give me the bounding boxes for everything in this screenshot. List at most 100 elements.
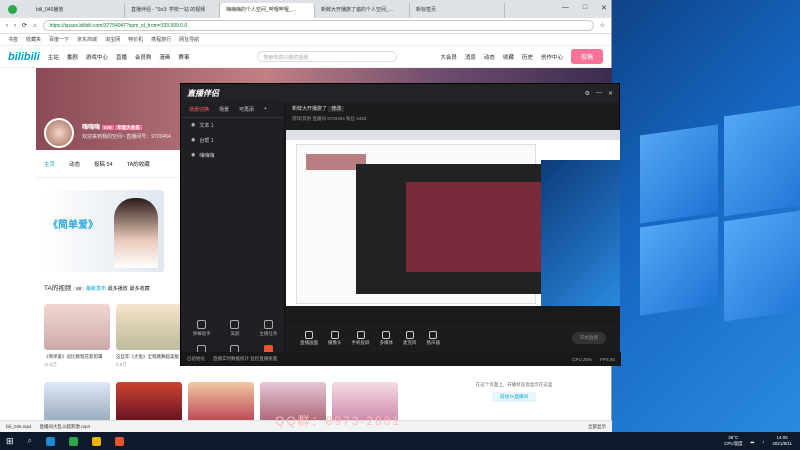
watermark: QQ群：8973-2801: [275, 414, 402, 428]
minimize-icon[interactable]: —: [596, 90, 602, 96]
scene-tab[interactable]: 场景: [219, 106, 229, 113]
forward-icon[interactable]: ›: [14, 23, 16, 29]
nav-item[interactable]: 主站: [48, 53, 59, 61]
live-app-icon[interactable]: [115, 436, 125, 446]
tool-button[interactable]: 主播任务: [254, 320, 283, 337]
tab-dynamic[interactable]: 动态: [69, 160, 80, 168]
star-icon[interactable]: ☆: [600, 22, 605, 29]
tab[interactable]: 新鲜大开播旅了遍的个人空间_...: [315, 3, 410, 18]
video-thumb[interactable]: [116, 382, 182, 422]
obs-titlebar: 直播伴侣 ⚙ — ✕: [181, 84, 619, 102]
nav-item[interactable]: 创作中心: [541, 53, 563, 61]
tool-button[interactable]: 美颜: [220, 320, 249, 337]
site-nav: bilibili 主站 番剧 游戏中心 直播 会员购 漫画 赛事 搜索你感兴趣的…: [0, 46, 611, 68]
camera-button[interactable]: 摄像头: [328, 330, 342, 346]
back-icon[interactable]: ‹: [6, 23, 8, 29]
avatar[interactable]: [44, 118, 74, 148]
bilibili-logo[interactable]: bilibili: [8, 51, 40, 63]
clock[interactable]: 14:05 2021/8/11: [772, 435, 792, 447]
bookmark[interactable]: 百度一下: [49, 36, 69, 43]
bookmark[interactable]: 网址导航: [179, 36, 199, 43]
speaker-button[interactable]: 扬声器: [427, 330, 440, 346]
url-input[interactable]: https://space.bilibili.com/37754047?spm_…: [42, 20, 594, 31]
eye-icon[interactable]: ◉: [191, 137, 195, 144]
scene-tab[interactable]: 可再添: [239, 106, 254, 113]
bookmark[interactable]: 携程旅行: [151, 36, 171, 43]
media-button[interactable]: 多媒体: [380, 330, 393, 346]
edit-title-button[interactable]: 修改: [328, 106, 345, 112]
nav-item[interactable]: 直播: [116, 53, 127, 61]
search-icon[interactable]: ⌕: [28, 436, 32, 446]
bookmark[interactable]: 书签: [8, 36, 18, 43]
network-icon[interactable]: ▂: [751, 438, 754, 444]
tab-favorites[interactable]: TA的收藏: [127, 160, 150, 168]
live-meta: 游戏/其他 直播间 9720464 粉丝 5463: [292, 116, 367, 121]
nav-item[interactable]: 大会员: [440, 53, 457, 61]
phone-cast-button[interactable]: 手机投屏: [352, 330, 370, 346]
video-thumb[interactable]: [116, 304, 182, 350]
refresh-icon[interactable]: ⟳: [22, 22, 27, 29]
bookmark[interactable]: 特价机: [128, 36, 143, 43]
bookmark[interactable]: 收藏夹: [26, 36, 41, 43]
download-item[interactable]: 直播间大乱斗超刺激.mp4: [40, 424, 91, 430]
obs-bottom-bar: 直播画面 摄像头 手机投屏 多媒体 麦克风 扬声器 开始直播: [286, 324, 620, 352]
source-item[interactable]: ◉ 文本 1: [181, 118, 284, 133]
nav-item[interactable]: 动态: [484, 53, 495, 61]
folder-icon[interactable]: [92, 436, 102, 446]
tab-home[interactable]: 主页: [44, 160, 55, 168]
start-icon[interactable]: ⊞: [6, 436, 14, 447]
nav-item[interactable]: 漫画: [159, 53, 170, 61]
live-preview[interactable]: [286, 130, 620, 324]
featured-video[interactable]: 《简单爱》: [42, 190, 164, 272]
add-scene-icon[interactable]: +: [264, 106, 267, 113]
nav-item[interactable]: 收藏: [503, 53, 514, 61]
featured-person: [114, 198, 158, 268]
nav-item[interactable]: 历史: [522, 53, 533, 61]
microphone-button[interactable]: 麦克风: [403, 330, 417, 346]
live-status-text: 在这个页面上，开播状态会显示在这里: [475, 382, 553, 387]
tool-button[interactable]: 弹幕助手: [187, 320, 216, 337]
nav-item[interactable]: 番剧: [67, 53, 78, 61]
goto-live-button[interactable]: 前往TA直播间: [492, 392, 536, 402]
nav-item[interactable]: 赛事: [178, 53, 189, 61]
close-icon[interactable]: ✕: [608, 90, 613, 97]
tab-uploads[interactable]: 投稿 54: [94, 160, 113, 168]
upload-button[interactable]: 投稿: [570, 49, 603, 64]
video-thumb[interactable]: [188, 382, 254, 422]
username: 嗨嗨嗨 LV5 年度大会员: [82, 125, 142, 131]
source-item[interactable]: ◉ 嗨嗨嗨: [181, 148, 284, 163]
volume-icon[interactable]: ♪: [762, 439, 764, 444]
video-views: 5.6万: [116, 362, 127, 367]
tab[interactable]: 直播伴侣 - "Sn3: 学校一站 的视频: [125, 3, 220, 18]
settings-icon[interactable]: ⚙: [585, 90, 590, 97]
edge-icon[interactable]: [46, 436, 56, 446]
video-title[interactable]: 《简单爱》逗比教程花絮剪辑: [44, 354, 103, 360]
minimize-icon[interactable]: —: [562, 4, 569, 12]
nav-item[interactable]: 消息: [465, 53, 476, 61]
close-icon[interactable]: ✕: [601, 4, 607, 12]
nav-item[interactable]: 游戏中心: [86, 53, 108, 61]
bookmark[interactable]: 京东商城: [77, 36, 97, 43]
download-item[interactable]: bili_045.mp4: [6, 424, 32, 429]
tab-active[interactable]: 嗨嗨嗨的个人空间_哔哩哔哩_...: [220, 3, 315, 18]
bookmark[interactable]: 淘宝网: [105, 36, 120, 43]
eye-icon[interactable]: ◉: [191, 122, 195, 129]
browser-icon[interactable]: [69, 436, 79, 446]
start-live-button[interactable]: 开始直播: [572, 332, 606, 344]
screen-capture-button[interactable]: 直播画面: [300, 330, 318, 346]
live-companion-window: 直播伴侣 ⚙ — ✕ 场景切换 场景 可再添 + ◉ 文本 1 ◉ 台帮 1 ◉ 嗨嗨…: [180, 83, 621, 366]
nav-item[interactable]: 会员购: [135, 53, 152, 61]
browser-icon: [8, 5, 17, 14]
tab[interactable]: 新标签页: [410, 3, 505, 18]
video-title[interactable]: 这些年《大鱼》全程跳舞超美版: [116, 354, 179, 360]
tab[interactable]: bili_045播放: [30, 3, 125, 18]
video-thumb[interactable]: [44, 304, 110, 350]
scene-tab[interactable]: 场景切换: [189, 106, 209, 113]
source-item[interactable]: ◉ 台帮 1: [181, 133, 284, 148]
eye-icon[interactable]: ◉: [191, 152, 195, 159]
search-input[interactable]: 搜索你感兴趣的视频: [257, 51, 398, 62]
maximize-icon[interactable]: □: [583, 4, 587, 12]
video-thumb[interactable]: [44, 382, 110, 422]
show-all-link[interactable]: 全部显示: [588, 424, 606, 430]
home-icon[interactable]: ⌂: [33, 23, 37, 29]
